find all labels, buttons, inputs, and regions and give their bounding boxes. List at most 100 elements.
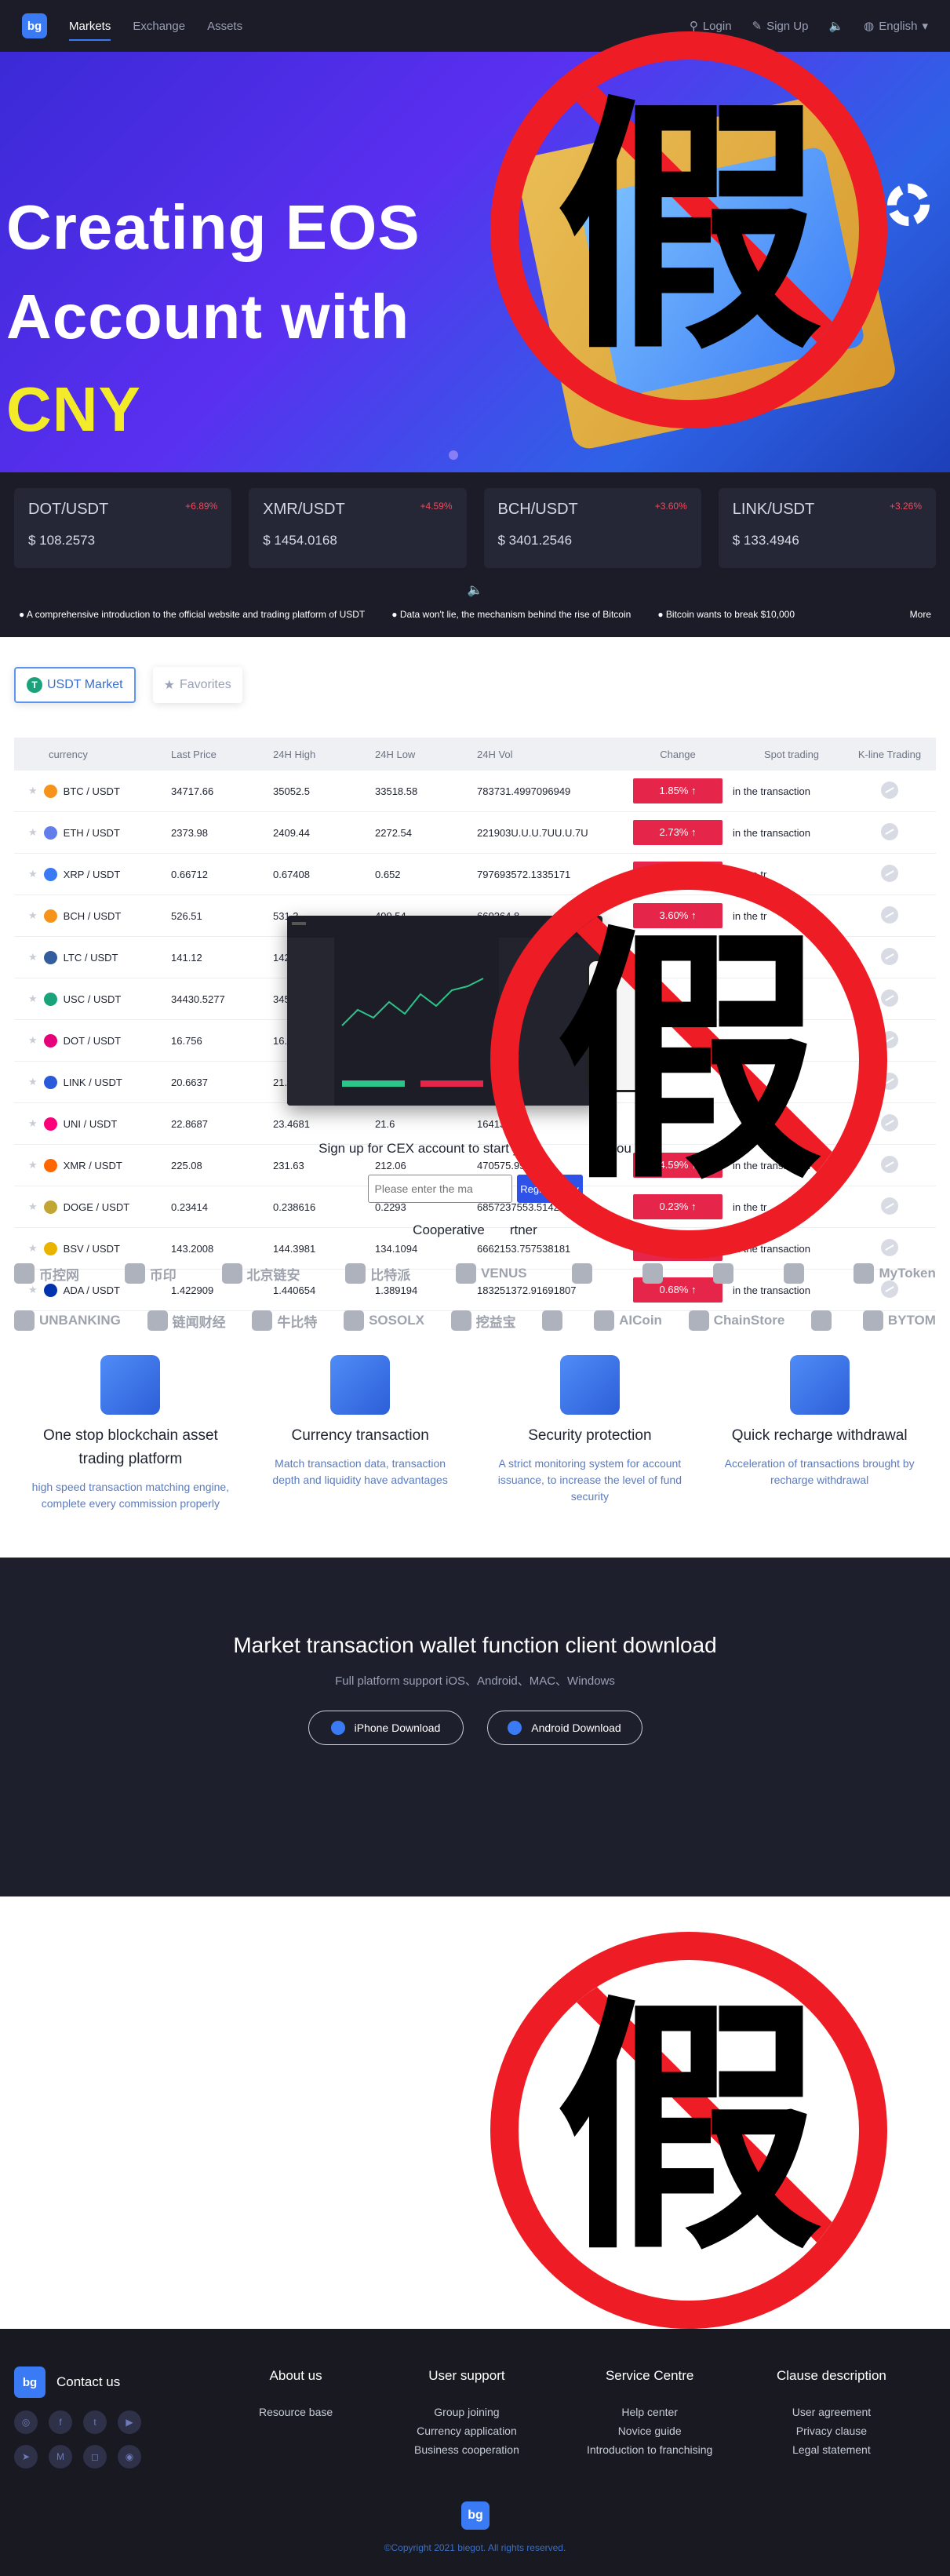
user-icon: ⚲ [689, 20, 698, 33]
partner-logo[interactable]: 币印 [124, 1263, 177, 1284]
brand-logo[interactable]: bg [22, 13, 47, 38]
partner-logo[interactable]: 牛比特 [252, 1310, 317, 1331]
partner-logo[interactable] [542, 1310, 567, 1331]
wechat-icon[interactable]: ◎ [14, 2410, 38, 2434]
partner-logo[interactable] [811, 1310, 836, 1331]
kline-chart-icon[interactable] [881, 947, 898, 965]
tab-favorites[interactable]: ★ Favorites [153, 667, 242, 703]
coin-icon [43, 950, 57, 964]
nav-markets[interactable]: Markets [69, 0, 111, 52]
language-select[interactable]: ◍ English ▾ [864, 19, 928, 34]
partner-icon [712, 1263, 733, 1284]
instagram-icon[interactable]: ◻ [83, 2445, 107, 2469]
spot-status[interactable]: in the tr [733, 869, 850, 880]
hero-banner[interactable]: Creating EOS Account with CNY [0, 52, 950, 472]
telegram-icon[interactable]: ➤ [14, 2445, 38, 2469]
partner-logo[interactable] [572, 1263, 597, 1284]
star-icon[interactable]: ★ [28, 826, 38, 839]
table-row[interactable]: ★ UNI / USDT 22.8687 23.4681 21.6 16413 [14, 1103, 936, 1145]
partner-logo[interactable]: MyToken [854, 1263, 936, 1284]
nav-exchange[interactable]: Exchange [133, 0, 185, 52]
medium-icon[interactable]: M [49, 2445, 72, 2469]
sound-icon[interactable]: 🔈 [828, 19, 843, 33]
partner-logo[interactable]: 链闻财经 [147, 1310, 226, 1331]
signup-link[interactable]: ✎ Sign Up [752, 19, 809, 34]
partner-logo[interactable]: VENUS [456, 1263, 527, 1284]
kline-chart-icon[interactable] [881, 781, 898, 799]
kline-chart-icon[interactable] [881, 864, 898, 882]
table-row[interactable]: ★ XRP / USDT 0.66712 0.67408 0.652 797693572.… [14, 854, 936, 895]
partner-logo[interactable]: BYTOM [862, 1310, 936, 1331]
footer-link[interactable]: Introduction to franchising [587, 2440, 712, 2459]
partner-logo[interactable]: AICoin [594, 1310, 662, 1331]
youtube-icon[interactable]: ▶ [118, 2410, 141, 2434]
star-icon[interactable]: ★ [28, 785, 38, 797]
android-download-button[interactable]: Android Download [486, 1711, 642, 1745]
footer-link[interactable]: Privacy clause [777, 2421, 886, 2440]
star-icon[interactable]: ★ [28, 1076, 38, 1088]
spot-status[interactable]: in the transaction [733, 827, 850, 839]
partner-logo[interactable]: 挖益宝 [450, 1310, 516, 1331]
star-icon[interactable]: ★ [28, 1284, 38, 1296]
kline-chart-icon[interactable] [881, 822, 898, 840]
star-icon[interactable]: ★ [28, 951, 38, 964]
star-icon[interactable]: ★ [28, 1242, 38, 1255]
tab-usdt-market[interactable]: T USDT Market [14, 667, 136, 703]
kline-chart-icon[interactable] [881, 989, 898, 1007]
ticker-card[interactable]: XMR/USDT +4.59% $ 1454.0168 [249, 488, 467, 568]
spot-status[interactable]: in the transaction [733, 1243, 850, 1255]
footer-link[interactable]: Legal statement [777, 2440, 886, 2459]
star-icon[interactable]: ★ [28, 1159, 38, 1171]
twitter-icon[interactable]: t [83, 2410, 107, 2434]
star-icon[interactable]: ★ [28, 1034, 38, 1047]
footer-link[interactable]: Resource base [259, 2403, 333, 2421]
news-item[interactable]: ● A comprehensive introduction to the of… [19, 609, 365, 620]
footer-link[interactable]: User agreement [777, 2403, 886, 2421]
news-item[interactable]: ● Bitcoin wants to break $10,000 [657, 609, 795, 620]
partner-logo[interactable] [712, 1263, 738, 1284]
iphone-download-button[interactable]: iPhone Download [308, 1711, 464, 1745]
kline-chart-icon[interactable] [881, 905, 898, 924]
ticker-card[interactable]: DOT/USDT +6.89% $ 108.2573 [14, 488, 232, 568]
footer-link[interactable]: Currency application [414, 2421, 519, 2440]
kline-chart-icon[interactable] [881, 1155, 898, 1173]
register-button[interactable]: RegisterNow [516, 1175, 583, 1203]
star-icon[interactable]: ★ [28, 1117, 38, 1130]
facebook-icon[interactable]: f [49, 2410, 72, 2434]
email-input[interactable] [367, 1175, 512, 1203]
ticker-card[interactable]: BCH/USDT +3.60% $ 3401.2546 [483, 488, 701, 568]
ticker-card[interactable]: LINK/USDT +3.26% $ 133.4946 [718, 488, 936, 568]
partner-logo[interactable] [783, 1263, 809, 1284]
kline-chart-icon[interactable] [881, 1030, 898, 1048]
spot-status[interactable]: in the transaction [733, 785, 850, 797]
nav-assets[interactable]: Assets [207, 0, 242, 52]
partner-logo[interactable]: 北京链安 [221, 1263, 300, 1284]
star-icon[interactable]: ★ [28, 993, 38, 1005]
partner-logo[interactable]: SOSOLX [344, 1310, 424, 1331]
reddit-icon[interactable]: ◉ [118, 2445, 141, 2469]
partners-row-2: UNBANKING 链闻财经 牛比特 SOSOLX 挖益宝 AICoin ChainStor… [14, 1310, 936, 1331]
kline-chart-icon[interactable] [881, 1113, 898, 1131]
footer-link[interactable]: Group joining [414, 2403, 519, 2421]
star-icon[interactable]: ★ [28, 909, 38, 922]
spot-status[interactable]: in the tr [733, 910, 850, 922]
kline-chart-icon[interactable] [881, 1238, 898, 1256]
news-more-link[interactable]: More [910, 609, 931, 620]
footer-link[interactable]: Business cooperation [414, 2440, 519, 2459]
table-row[interactable]: ★ BTC / USDT 34717.66 35052.5 33518.58 783731… [14, 771, 936, 812]
partner-logo[interactable]: ChainStore [688, 1310, 784, 1331]
spot-status[interactable]: in the transaction [733, 1284, 850, 1296]
kline-chart-icon[interactable] [881, 1072, 898, 1090]
footer-link[interactable]: Help center [587, 2403, 712, 2421]
news-item[interactable]: ● Data won't lie, the mechanism behind t… [391, 609, 631, 620]
partner-logo[interactable]: 比特派 [345, 1263, 410, 1284]
carousel-dot[interactable] [449, 450, 458, 460]
partner-logo[interactable] [642, 1263, 668, 1284]
partner-logo[interactable]: UNBANKING [14, 1310, 121, 1331]
partner-logo[interactable]: 币控网 [14, 1263, 79, 1284]
table-row[interactable]: ★ ETH / USDT 2373.98 2409.44 2272.54 221903U.… [14, 812, 936, 854]
spot-status[interactable]: in the transaction [733, 1160, 850, 1171]
footer-link[interactable]: Novice guide [587, 2421, 712, 2440]
login-link[interactable]: ⚲ Login [689, 19, 732, 34]
star-icon[interactable]: ★ [28, 868, 38, 880]
